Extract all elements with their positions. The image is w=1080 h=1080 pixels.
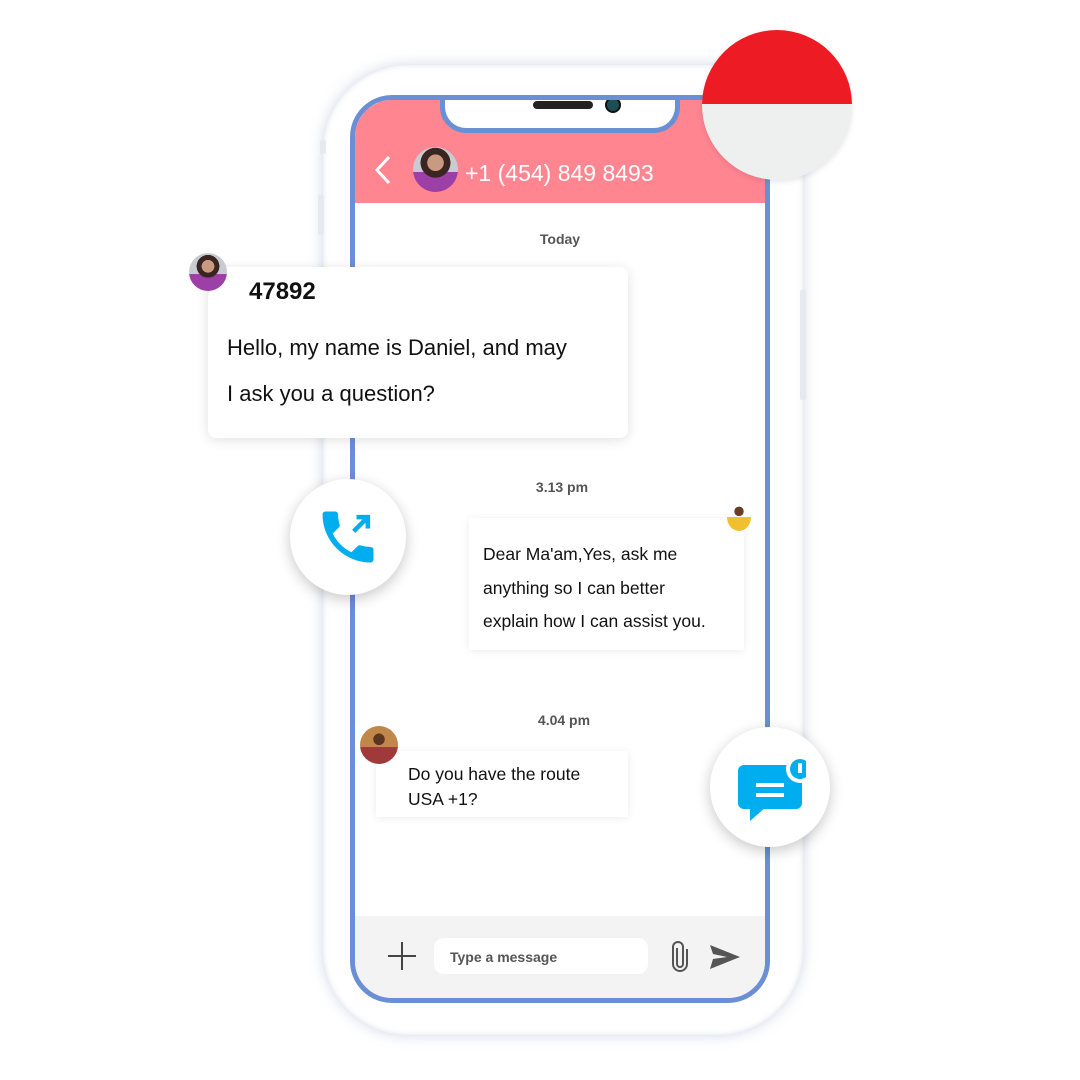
agent-avatar <box>727 503 751 531</box>
sender-name: 47892 <box>249 278 316 305</box>
chevron-left-icon[interactable] <box>373 155 393 185</box>
plus-icon[interactable] <box>387 941 417 971</box>
message-input[interactable]: Type a message <box>434 938 648 974</box>
speaker <box>533 101 593 109</box>
phone-screen: +1 (454) 849 8493 Today 3.13 pm Dear Ma'… <box>350 95 770 1003</box>
call-button[interactable] <box>290 479 406 595</box>
message-line: Do you have the route <box>408 764 581 784</box>
message-line: USA +1? <box>408 789 478 809</box>
indonesia-flag <box>702 30 852 180</box>
paperclip-icon[interactable] <box>671 940 689 974</box>
sender-avatar <box>360 726 398 764</box>
incoming-message-card: 47892 Hello, my name is Daniel, and may … <box>208 267 628 438</box>
contact-number: +1 (454) 849 8493 <box>465 160 654 186</box>
message-time: 4.04 pm <box>537 712 591 728</box>
send-icon[interactable] <box>709 944 741 970</box>
message-bubble-outgoing: Dear Ma'am,Yes, ask me anything so I can… <box>469 518 744 650</box>
phone-button <box>318 195 324 235</box>
notch <box>440 100 680 133</box>
sender-avatar <box>189 253 227 291</box>
message-line: Dear Ma'am,Yes, ask me <box>483 544 678 564</box>
chat-notification-icon <box>738 755 806 821</box>
chat-button[interactable] <box>710 727 830 847</box>
message-line: I ask you a question? <box>227 381 435 406</box>
date-label: Today <box>539 231 581 247</box>
message-bubble-incoming: Do you have the route USA +1? <box>376 751 628 817</box>
phone-button <box>800 290 806 400</box>
phone-button <box>320 140 326 154</box>
composer-bar: Type a message <box>355 916 765 998</box>
message-line: Hello, my name is Daniel, and may <box>227 335 567 360</box>
contact-avatar[interactable] <box>413 147 458 192</box>
message-text: Hello, my name is Daniel, and may I ask … <box>227 325 567 417</box>
message-line: anything so I can better <box>483 577 665 598</box>
camera <box>605 100 621 113</box>
message-time: 3.13 pm <box>535 479 589 495</box>
message-line: explain how I can assist you. <box>483 611 706 631</box>
phone-outgoing-icon <box>322 511 374 563</box>
